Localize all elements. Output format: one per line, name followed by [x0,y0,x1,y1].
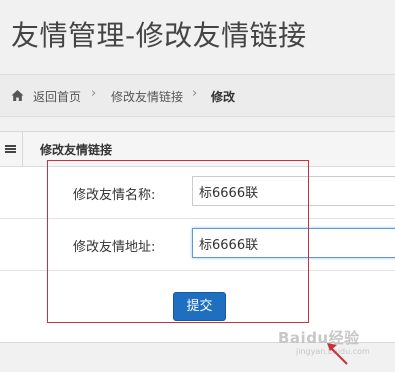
breadcrumb: 返回首页 › 修改友情链接 › 修改 [0,74,395,117]
breadcrumb-current: 修改 [211,90,236,104]
link-name-input[interactable] [192,176,395,206]
link-name-label: 修改友情名称: [73,188,156,203]
panel-title: 修改友情链接 [40,143,113,157]
list-icon [0,132,23,166]
breadcrumb-home-link[interactable]: 返回首页 [33,88,81,105]
chevron-right-icon: › [91,86,97,101]
home-icon[interactable] [11,89,24,102]
submit-button[interactable]: 提交 [173,292,226,321]
chevron-right-icon: › [192,86,198,101]
form-row-address: 修改友情地址: [0,219,395,271]
page-title: 友情管理-修改友情链接 [11,19,307,52]
panel-header: 修改友情链接 [0,132,395,167]
link-address-label: 修改友情地址: [73,240,156,255]
link-address-input[interactable] [192,228,395,258]
form-row-name: 修改友情名称: [0,167,395,219]
annotation-arrow-icon [327,343,348,365]
breadcrumb-edit-link[interactable]: 修改友情链接 [111,88,183,105]
edit-link-panel: 修改友情链接 修改友情名称: 修改友情地址: 提交 [0,131,395,343]
